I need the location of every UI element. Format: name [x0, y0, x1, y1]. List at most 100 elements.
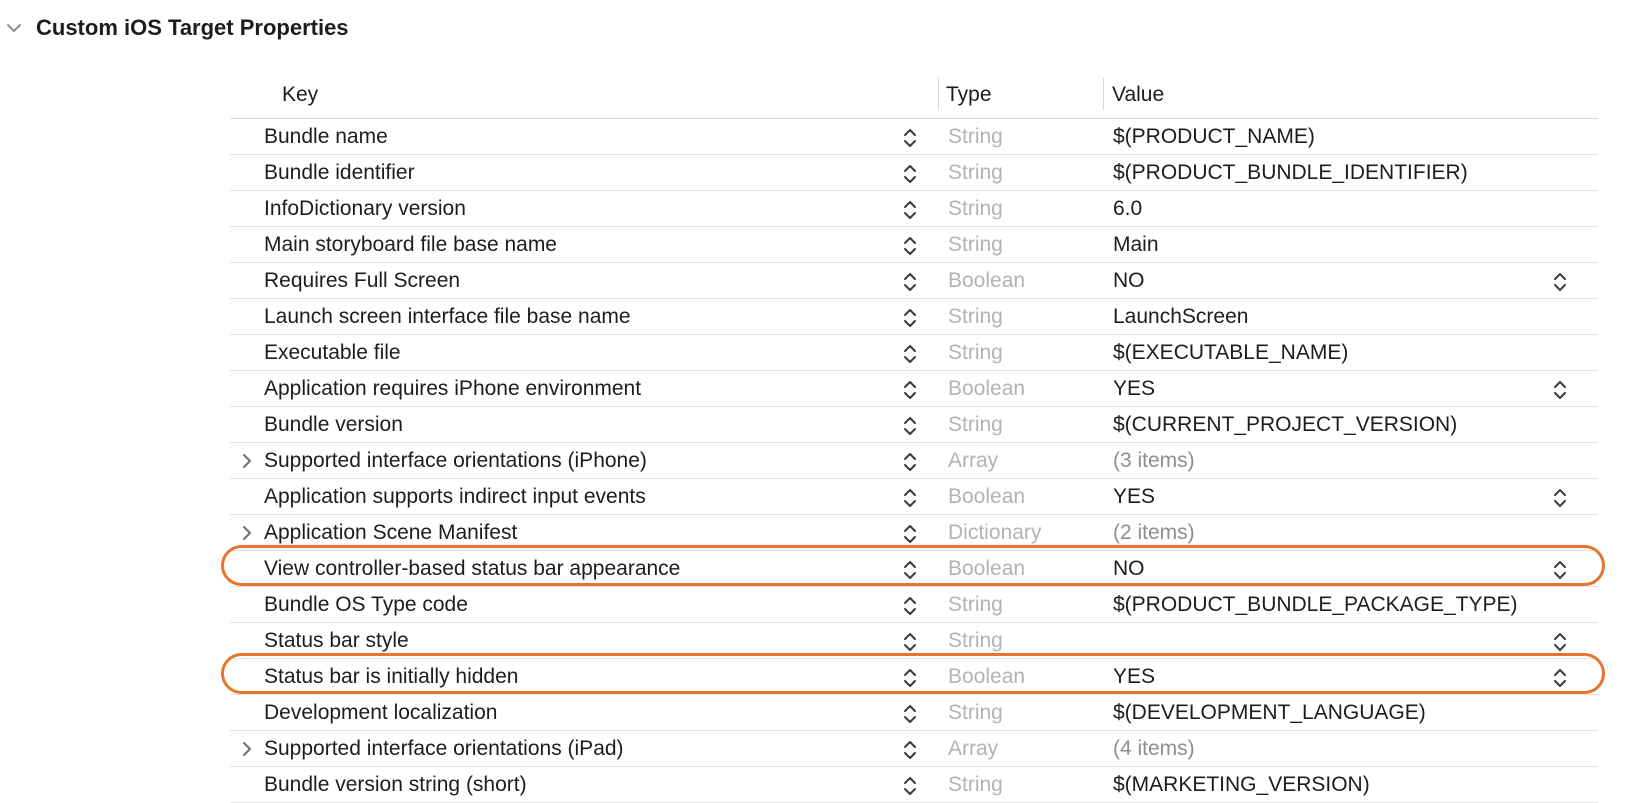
up-down-chevron-icon[interactable]	[901, 738, 919, 762]
column-divider[interactable]	[938, 78, 939, 110]
column-divider[interactable]	[1103, 78, 1104, 110]
table-row[interactable]: Bundle version String $(CURRENT_PROJECT_VE…	[230, 407, 1598, 443]
up-down-chevron-icon[interactable]	[901, 630, 919, 654]
row-value[interactable]: (3 items)	[1113, 443, 1195, 478]
table-row[interactable]: Application supports indirect input even…	[230, 479, 1598, 515]
row-value[interactable]: Main	[1113, 227, 1159, 262]
row-type[interactable]: Array	[948, 731, 998, 766]
row-key[interactable]: Status bar is initially hidden	[264, 659, 518, 694]
type-column-header[interactable]: Type	[946, 72, 992, 118]
table-row[interactable]: Supported interface orientations (iPhone…	[230, 443, 1598, 479]
chevron-right-icon[interactable]	[238, 524, 256, 542]
table-row[interactable]: InfoDictionary version String 6.0	[230, 191, 1598, 227]
up-down-chevron-icon[interactable]	[901, 702, 919, 726]
up-down-chevron-icon[interactable]	[1551, 270, 1569, 294]
row-key[interactable]: Status bar style	[264, 623, 409, 658]
table-row[interactable]: Executable file String $(EXECUTABLE_NAME)	[230, 335, 1598, 371]
up-down-chevron-icon[interactable]	[901, 774, 919, 798]
chevron-right-icon[interactable]	[238, 452, 256, 470]
row-type[interactable]: String	[948, 227, 1003, 262]
row-key[interactable]: Application requires iPhone environment	[264, 371, 641, 406]
row-type[interactable]: Boolean	[948, 551, 1025, 586]
row-type[interactable]: String	[948, 623, 1003, 658]
up-down-chevron-icon[interactable]	[901, 666, 919, 690]
row-value[interactable]: $(PRODUCT_NAME)	[1113, 119, 1315, 154]
key-column-header[interactable]: Key	[282, 72, 318, 118]
row-type[interactable]: String	[948, 155, 1003, 190]
row-key[interactable]: Launch screen interface file base name	[264, 299, 631, 334]
up-down-chevron-icon[interactable]	[901, 558, 919, 582]
table-row[interactable]: Launch screen interface file base name St…	[230, 299, 1598, 335]
row-type[interactable]: Boolean	[948, 479, 1025, 514]
table-row[interactable]: Status bar style String	[230, 623, 1598, 659]
up-down-chevron-icon[interactable]	[1551, 666, 1569, 690]
up-down-chevron-icon[interactable]	[901, 306, 919, 330]
row-type[interactable]: String	[948, 299, 1003, 334]
table-row[interactable]: Bundle OS Type code String $(PRODUCT_BUNDL…	[230, 587, 1598, 623]
row-key[interactable]: Executable file	[264, 335, 401, 370]
row-key[interactable]: Bundle version string (short)	[264, 767, 527, 802]
row-type[interactable]: Array	[948, 443, 998, 478]
row-type[interactable]: String	[948, 119, 1003, 154]
up-down-chevron-icon[interactable]	[901, 234, 919, 258]
row-value[interactable]: $(MARKETING_VERSION)	[1113, 767, 1370, 802]
up-down-chevron-icon[interactable]	[901, 522, 919, 546]
table-row[interactable]: Application Scene Manifest Dictionary (2 i…	[230, 515, 1598, 551]
table-row[interactable]: Status bar is initially hidden Boolean YES	[221, 653, 1605, 695]
row-type[interactable]: String	[948, 191, 1003, 226]
row-value[interactable]: YES	[1113, 371, 1155, 406]
chevron-right-icon[interactable]	[238, 740, 256, 758]
row-key[interactable]: Application Scene Manifest	[264, 515, 517, 550]
row-key[interactable]: Bundle identifier	[264, 155, 415, 190]
row-value[interactable]: 6.0	[1113, 191, 1142, 226]
row-value[interactable]: (2 items)	[1113, 515, 1195, 550]
row-key[interactable]: Bundle version	[264, 407, 403, 442]
row-type[interactable]: Boolean	[948, 371, 1025, 406]
row-type[interactable]: Boolean	[948, 659, 1025, 694]
up-down-chevron-icon[interactable]	[901, 270, 919, 294]
table-row[interactable]: Development localization String $(DEVELOPM…	[230, 695, 1598, 731]
row-value[interactable]: $(PRODUCT_BUNDLE_PACKAGE_TYPE)	[1113, 587, 1518, 622]
row-type[interactable]: String	[948, 407, 1003, 442]
row-value[interactable]: YES	[1113, 479, 1155, 514]
row-value[interactable]: YES	[1113, 659, 1155, 694]
row-type[interactable]: String	[948, 767, 1003, 802]
row-key[interactable]: Development localization	[264, 695, 497, 730]
table-row[interactable]: Bundle name String $(PRODUCT_NAME)	[230, 119, 1598, 155]
row-key[interactable]: Application supports indirect input even…	[264, 479, 646, 514]
table-row[interactable]: Bundle identifier String $(PRODUCT_BUNDLE_…	[230, 155, 1598, 191]
row-value[interactable]: $(DEVELOPMENT_LANGUAGE)	[1113, 695, 1426, 730]
up-down-chevron-icon[interactable]	[901, 378, 919, 402]
table-row[interactable]: Application requires iPhone environment B…	[230, 371, 1598, 407]
up-down-chevron-icon[interactable]	[1551, 378, 1569, 402]
up-down-chevron-icon[interactable]	[1551, 486, 1569, 510]
table-row[interactable]: View controller-based status bar appeara…	[221, 545, 1605, 587]
row-type[interactable]: String	[948, 335, 1003, 370]
row-value[interactable]: $(PRODUCT_BUNDLE_IDENTIFIER)	[1113, 155, 1468, 190]
up-down-chevron-icon[interactable]	[1551, 630, 1569, 654]
up-down-chevron-icon[interactable]	[901, 450, 919, 474]
row-type[interactable]: String	[948, 695, 1003, 730]
table-row[interactable]: Requires Full Screen Boolean NO	[230, 263, 1598, 299]
up-down-chevron-icon[interactable]	[901, 342, 919, 366]
table-row[interactable]: Bundle version string (short) String $(MAR…	[230, 767, 1598, 803]
row-key[interactable]: Requires Full Screen	[264, 263, 460, 298]
section-header[interactable]: Custom iOS Target Properties	[0, 10, 349, 46]
row-value[interactable]: NO	[1113, 551, 1145, 586]
up-down-chevron-icon[interactable]	[901, 594, 919, 618]
up-down-chevron-icon[interactable]	[901, 198, 919, 222]
row-key[interactable]: Bundle OS Type code	[264, 587, 468, 622]
row-value[interactable]: (4 items)	[1113, 731, 1195, 766]
row-value[interactable]: LaunchScreen	[1113, 299, 1248, 334]
row-value[interactable]: $(CURRENT_PROJECT_VERSION)	[1113, 407, 1457, 442]
up-down-chevron-icon[interactable]	[1551, 558, 1569, 582]
row-key[interactable]: InfoDictionary version	[264, 191, 466, 226]
row-key[interactable]: Supported interface orientations (iPad)	[264, 731, 624, 766]
table-row[interactable]: Main storyboard file base name String Main	[230, 227, 1598, 263]
row-value[interactable]: $(EXECUTABLE_NAME)	[1113, 335, 1348, 370]
row-key[interactable]: Supported interface orientations (iPhone…	[264, 443, 647, 478]
value-column-header[interactable]: Value	[1112, 72, 1164, 118]
table-row[interactable]: Supported interface orientations (iPad) A…	[230, 731, 1598, 767]
row-key[interactable]: Main storyboard file base name	[264, 227, 557, 262]
row-type[interactable]: Dictionary	[948, 515, 1041, 550]
